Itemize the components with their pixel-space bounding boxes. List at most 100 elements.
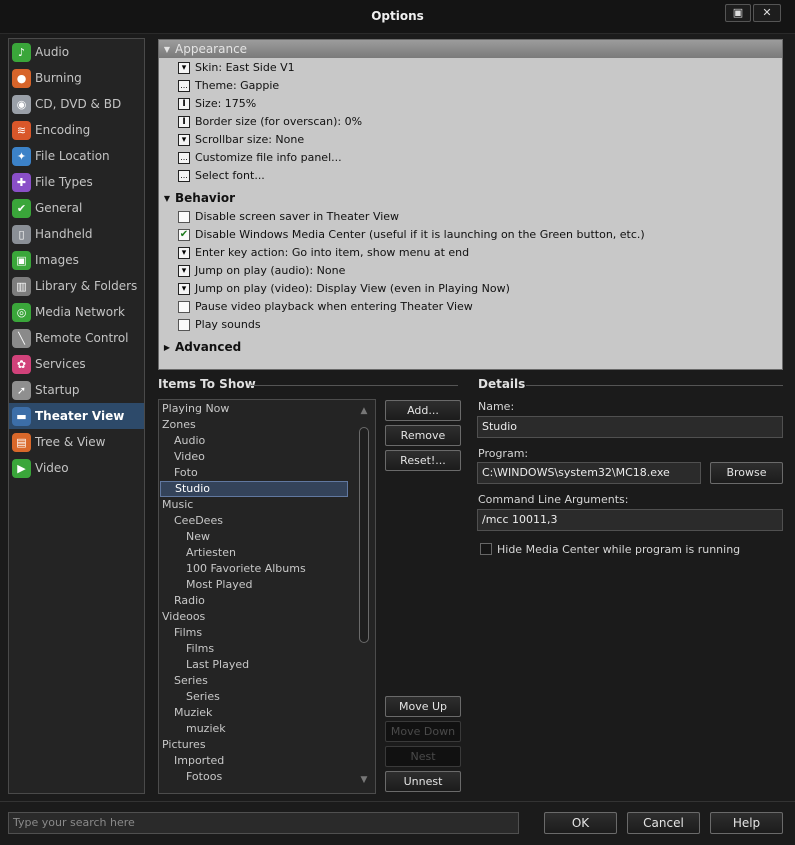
checkbox-icon[interactable] xyxy=(178,318,190,331)
tree-item[interactable]: Radio xyxy=(160,593,348,609)
option-checkbox-row[interactable]: Pause video playback when entering Theat… xyxy=(178,298,473,315)
unnest-button[interactable]: Unnest xyxy=(385,771,461,792)
dropdown-arrow-icon[interactable] xyxy=(178,133,190,146)
option-row[interactable]: Scrollbar size: None xyxy=(178,131,304,148)
option-row[interactable]: Customize file info panel... xyxy=(178,149,342,166)
option-row[interactable]: Select font... xyxy=(178,167,265,184)
sidebar-item-services[interactable]: ✿ Services xyxy=(9,351,144,377)
tree-item[interactable]: Fotoos xyxy=(160,769,348,785)
tree-item[interactable]: Films xyxy=(160,641,348,657)
option-row[interactable]: Skin: East Side V1 xyxy=(178,59,295,76)
tree-item[interactable]: Pictures xyxy=(160,737,348,753)
option-row[interactable]: Theme: Gappie xyxy=(178,77,279,94)
sidebar-item-cd-dvd-bd[interactable]: ◉ CD, DVD & BD xyxy=(9,91,144,117)
name-field[interactable]: Studio xyxy=(477,416,783,438)
option-row[interactable]: Jump on play (video): Display View (even… xyxy=(178,280,510,297)
text-cursor-icon[interactable] xyxy=(178,115,190,128)
tree-item[interactable]: Videoos xyxy=(160,609,348,625)
appearance-group-header[interactable]: ▼ Appearance xyxy=(159,40,782,58)
tree-item[interactable]: Studio xyxy=(160,481,348,497)
sidebar-item-images[interactable]: ▣ Images xyxy=(9,247,144,273)
program-field[interactable]: C:\WINDOWS\system32\MC18.exe xyxy=(477,462,701,484)
scroll-down-arrow-icon[interactable]: ▼ xyxy=(355,773,373,787)
tree-item[interactable]: Last Played xyxy=(160,657,348,673)
move-up-button[interactable]: Move Up xyxy=(385,696,461,717)
sidebar-item-file-types[interactable]: ✚ File Types xyxy=(9,169,144,195)
option-row[interactable]: Enter key action: Go into item, show men… xyxy=(178,244,469,261)
sidebar-item-theater-view[interactable]: ▬ Theater View xyxy=(9,403,144,429)
tree-item[interactable]: Artiesten xyxy=(160,545,348,561)
sidebar-item-video[interactable]: ▶ Video xyxy=(9,455,144,481)
sidebar-item-startup[interactable]: ➚ Startup xyxy=(9,377,144,403)
tree-item[interactable]: Foto xyxy=(160,465,348,481)
tree-item[interactable]: Series xyxy=(160,689,348,705)
advanced-group-header[interactable]: ▶ Advanced xyxy=(159,338,782,356)
option-checkbox-row[interactable]: Disable screen saver in Theater View xyxy=(178,208,399,225)
sidebar-item-audio[interactable]: ♪ Audio xyxy=(9,39,144,65)
tree-item[interactable]: Most Played xyxy=(160,577,348,593)
handheld-icon: ▯ xyxy=(12,224,31,244)
ellipsis-icon[interactable] xyxy=(178,151,190,164)
tree-item[interactable]: CeeDees xyxy=(160,513,348,529)
remove-button[interactable]: Remove xyxy=(385,425,461,446)
reset-button[interactable]: Reset!... xyxy=(385,450,461,471)
dropdown-arrow-icon[interactable] xyxy=(178,264,190,277)
program-label: Program: xyxy=(478,447,529,460)
option-row[interactable]: Jump on play (audio): None xyxy=(178,262,345,279)
ellipsis-icon[interactable] xyxy=(178,79,190,92)
sidebar-item-file-location[interactable]: ✦ File Location xyxy=(9,143,144,169)
scroll-up-arrow-icon[interactable]: ▲ xyxy=(355,404,373,418)
option-label: Pause video playback when entering Theat… xyxy=(195,300,473,313)
option-label: Disable screen saver in Theater View xyxy=(195,210,400,223)
close-button[interactable]: ✕ xyxy=(753,4,781,22)
items-tree[interactable]: ▲ ▼ Playing Now Zones Audio Video Foto Studio… xyxy=(158,399,376,794)
option-row[interactable]: Border size (for overscan): 0% xyxy=(178,113,362,130)
sidebar-item-remote-control[interactable]: ╲ Remote Control xyxy=(9,325,144,351)
option-row[interactable]: Size: 175% xyxy=(178,95,256,112)
behavior-group-header[interactable]: ▼ Behavior xyxy=(159,189,782,207)
tree-item[interactable]: muziek xyxy=(160,721,348,737)
ok-button[interactable]: OK xyxy=(544,812,617,834)
checked-checkbox-icon[interactable] xyxy=(178,228,190,241)
cancel-button[interactable]: Cancel xyxy=(627,812,700,834)
sidebar-item-burning[interactable]: ● Burning xyxy=(9,65,144,91)
sidebar-item-label: Audio xyxy=(35,45,70,59)
tree-item[interactable]: 100 Favoriete Albums xyxy=(160,561,348,577)
sidebar-item-handheld[interactable]: ▯ Handheld xyxy=(9,221,144,247)
sidebar-item-media-network[interactable]: ◎ Media Network xyxy=(9,299,144,325)
tree-item[interactable]: Playing Now xyxy=(160,401,348,417)
dropdown-arrow-icon[interactable] xyxy=(178,61,190,74)
dropdown-arrow-icon[interactable] xyxy=(178,246,190,259)
sidebar-item-library-folders[interactable]: ▥ Library & Folders xyxy=(9,273,144,299)
command-line-arguments-field[interactable]: /mcc 10011,3 xyxy=(477,509,783,531)
help-button[interactable]: Help xyxy=(710,812,783,834)
add-button[interactable]: Add... xyxy=(385,400,461,421)
sidebar-item-tree-view[interactable]: ▤ Tree & View xyxy=(9,429,144,455)
dropdown-arrow-icon[interactable] xyxy=(178,282,190,295)
search-input[interactable]: Type your search here xyxy=(8,812,519,834)
ellipsis-icon[interactable] xyxy=(178,169,190,182)
tree-item[interactable]: Films xyxy=(160,625,348,641)
hide-media-center-checkbox[interactable] xyxy=(480,543,492,555)
tree-item[interactable]: Imported xyxy=(160,753,348,769)
tree-item[interactable]: Zones xyxy=(160,417,348,433)
option-checkbox-row[interactable]: Disable Windows Media Center (useful if … xyxy=(178,226,645,243)
sidebar-item-encoding[interactable]: ≋ Encoding xyxy=(9,117,144,143)
nest-button[interactable]: Nest xyxy=(385,746,461,767)
tree-item[interactable]: Audio xyxy=(160,433,348,449)
scroll-thumb[interactable] xyxy=(359,427,369,643)
checkbox-icon[interactable] xyxy=(178,210,190,223)
tree-item[interactable]: Series xyxy=(160,673,348,689)
checkbox-icon[interactable] xyxy=(178,300,190,313)
tree-item[interactable]: Video xyxy=(160,449,348,465)
text-cursor-icon[interactable] xyxy=(178,97,190,110)
browse-button[interactable]: Browse xyxy=(710,462,783,484)
tree-scrollbar[interactable]: ▲ ▼ xyxy=(355,401,373,792)
move-down-button[interactable]: Move Down xyxy=(385,721,461,742)
sidebar-item-general[interactable]: ✔ General xyxy=(9,195,144,221)
tree-item[interactable]: New xyxy=(160,529,348,545)
restore-button[interactable]: ▣ xyxy=(725,4,751,22)
option-checkbox-row[interactable]: Play sounds xyxy=(178,316,261,333)
tree-item[interactable]: Muziek xyxy=(160,705,348,721)
tree-item[interactable]: Music xyxy=(160,497,348,513)
